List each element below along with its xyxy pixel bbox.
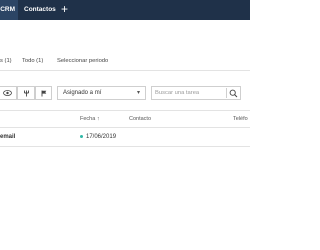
status-dot xyxy=(80,134,83,138)
tab-crm[interactable]: CRM xyxy=(0,0,18,20)
table-header: Fecha ↑ Contacto Teléfo xyxy=(0,116,250,126)
task-date-cell: 17/06/2019 xyxy=(80,134,116,140)
search-icon xyxy=(229,89,238,98)
fork-icon xyxy=(23,90,29,96)
tab-contactos[interactable]: Contactos xyxy=(24,0,56,20)
column-header-telefono[interactable]: Teléfo xyxy=(233,116,248,122)
view-toggle-button[interactable] xyxy=(0,86,17,100)
top-navigation-bar: CRM Contactos + xyxy=(0,0,250,20)
column-header-fecha[interactable]: Fecha ↑ xyxy=(80,116,100,122)
divider xyxy=(0,70,250,71)
filter-item-partial[interactable]: s (1) xyxy=(0,58,12,64)
divider xyxy=(0,146,250,147)
search-placeholder: Buscar una tarea xyxy=(155,90,200,96)
filter-select-period[interactable]: Seleccionar periodo xyxy=(57,58,108,64)
task-title[interactable]: email xyxy=(0,134,15,140)
filter-fork-button[interactable] xyxy=(17,86,35,100)
table-row[interactable]: email 17/06/2019 xyxy=(0,134,250,144)
assigned-to-value: Asignado a mí xyxy=(63,90,102,96)
add-tab-button[interactable]: + xyxy=(61,1,68,18)
search-button[interactable] xyxy=(226,88,238,98)
search-input[interactable]: Buscar una tarea xyxy=(151,86,241,100)
flag-filter-button[interactable] xyxy=(35,86,52,100)
divider xyxy=(0,127,250,128)
filter-item-all[interactable]: Todo (1) xyxy=(22,58,43,64)
eye-icon xyxy=(3,90,12,96)
chevron-down-icon: ▾ xyxy=(136,90,140,96)
divider xyxy=(0,110,250,111)
assigned-to-select[interactable]: Asignado a mí ▾ xyxy=(57,86,146,100)
task-date: 17/06/2019 xyxy=(86,134,117,140)
column-header-contacto[interactable]: Contacto xyxy=(129,116,151,122)
flag-icon xyxy=(41,90,46,96)
